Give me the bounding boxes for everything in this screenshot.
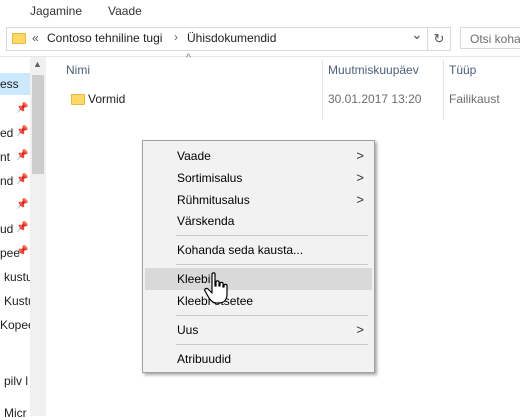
sort-indicator-icon: ^ <box>186 52 192 64</box>
menu-item-label: Värskenda <box>177 214 235 228</box>
pin-icon: 📌 <box>16 222 29 233</box>
column-header-type[interactable]: Tüüp <box>449 63 476 77</box>
pin-icon: 📌 <box>16 174 29 185</box>
menu-item-paste[interactable]: Kleebi <box>145 268 372 290</box>
chevron-right-icon: > <box>356 192 364 207</box>
menu-item-label: Kohanda seda kausta... <box>177 243 304 257</box>
chevron-right-icon: > <box>356 322 364 337</box>
folder-icon <box>71 94 85 105</box>
menu-item-view[interactable]: Vaade > <box>145 145 372 167</box>
menu-item-label: Uus <box>177 323 199 337</box>
menu-item-new[interactable]: Uus > <box>145 319 372 341</box>
ribbon-tab-share[interactable]: Jagamine <box>30 4 82 18</box>
pin-icon: 📌 <box>16 246 29 257</box>
menu-item-label: Atribuudid <box>177 352 232 366</box>
context-menu: Vaade > Sortimisalus > Rühmitusalus > Vä… <box>142 140 375 373</box>
menu-separator <box>176 315 368 316</box>
ribbon-tab-view[interactable]: Vaade <box>108 4 142 18</box>
pin-icon: 📌 <box>16 199 29 210</box>
nav-item-1[interactable]: ess <box>0 77 19 91</box>
menu-item-label: Rühmitusalus <box>177 193 250 207</box>
chevron-right-icon: > <box>356 148 364 163</box>
breadcrumb-shared-docs[interactable]: Ühisdokumendid <box>187 31 276 45</box>
refresh-button[interactable]: ↻ <box>427 27 451 51</box>
address-dropdown-icon[interactable]: ⌄ <box>411 26 423 43</box>
pin-icon: 📌 <box>16 150 29 161</box>
back-history-icon[interactable]: « <box>32 31 39 45</box>
file-modified: 30.01.2017 13:20 <box>328 92 422 106</box>
chevron-right-icon: > <box>356 170 364 185</box>
search-input[interactable]: Otsi koha <box>460 27 520 49</box>
nav-item-10[interactable]: pilv l <box>4 374 28 388</box>
breadcrumb-separator-icon: › <box>174 30 178 44</box>
nav-item-2[interactable]: ed <box>0 126 13 140</box>
nav-item-3[interactable]: nt <box>0 150 10 164</box>
nav-item-11[interactable]: Micr <box>4 406 27 420</box>
menu-separator <box>176 235 368 236</box>
menu-separator <box>176 344 368 345</box>
menu-item-label: Sortimisalus <box>177 171 243 185</box>
menu-item-sort[interactable]: Sortimisalus > <box>145 167 372 189</box>
column-header-name[interactable]: Nimi <box>66 63 90 77</box>
scroll-up-icon[interactable]: ▲ <box>33 59 42 69</box>
breadcrumb-contoso[interactable]: Contoso tehniline tugi <box>47 31 162 45</box>
column-header-modified[interactable]: Muutmiskuupäev <box>328 63 419 77</box>
menu-item-paste-shortcut[interactable]: Kleebi otsetee <box>145 290 372 312</box>
nav-scrollbar-thumb[interactable] <box>32 75 44 174</box>
menu-item-label: Vaade <box>177 149 211 163</box>
refresh-icon: ↻ <box>433 31 445 46</box>
menu-separator <box>176 264 368 265</box>
nav-item-5[interactable]: ud <box>0 222 13 236</box>
pin-icon: 📌 <box>16 126 29 137</box>
menu-item-group[interactable]: Rühmitusalus > <box>145 189 372 211</box>
hand-cursor-icon <box>204 272 228 304</box>
nav-item-4[interactable]: nd <box>0 174 13 188</box>
folder-icon <box>12 33 26 44</box>
menu-item-refresh[interactable]: Värskenda <box>145 210 372 232</box>
file-type: Failikaust <box>449 92 500 106</box>
pin-icon: 📌 <box>16 103 29 114</box>
file-name[interactable]: Vormid <box>88 92 125 106</box>
menu-item-customize[interactable]: Kohanda seda kausta... <box>145 239 372 261</box>
nav-item-7[interactable]: kustu <box>4 270 33 284</box>
menu-item-properties[interactable]: Atribuudid <box>145 348 372 370</box>
